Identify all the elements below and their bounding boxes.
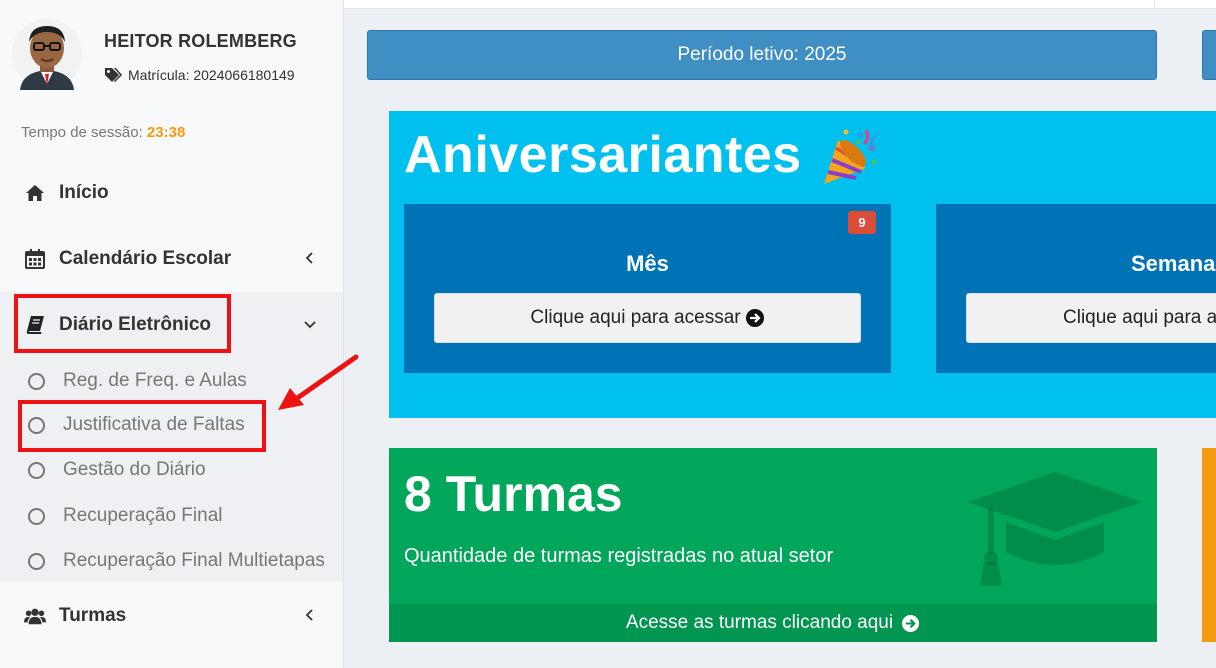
mes-count-badge: 9	[848, 211, 876, 234]
party-popper-icon	[824, 129, 877, 184]
aniversariantes-semana-card	[936, 204, 1216, 373]
turmas-count-title: 8 Turmas	[404, 466, 623, 522]
turmas-subtitle: Quantidade de turmas registradas no atua…	[404, 545, 834, 567]
users-icon	[24, 605, 46, 627]
nav-item-calendario[interactable]: Calendário Escolar	[0, 237, 343, 281]
submenu-label: Recuperação Final Multietapas	[63, 550, 325, 571]
submenu-label: Reg. de Freq. e Aulas	[63, 370, 247, 391]
navbar-divider	[1154, 0, 1155, 8]
home-icon	[24, 182, 46, 204]
user-registration: Matrícula: 2024066180149	[104, 67, 295, 83]
session-label: Tempo de sessão:	[21, 124, 143, 141]
registration-text: Matrícula: 2024066180149	[128, 67, 295, 83]
session-timer: Tempo de sessão: 23:38	[21, 124, 185, 141]
mes-card-title: Mês	[626, 251, 669, 276]
sidebar: HEITOR ROLEMBERG Matrícula: 202406618014…	[0, 0, 344, 668]
aniversariantes-mes-card	[404, 204, 891, 373]
circle-icon	[28, 462, 45, 479]
chevron-left-icon	[305, 609, 313, 621]
submenu-item-recuperacao-multietapas[interactable]: Recuperação Final Multietapas	[0, 542, 343, 580]
turmas-footer-label: Acesse as turmas clicando aqui	[625, 612, 894, 633]
top-navbar	[344, 0, 1216, 9]
annotation-arrow	[278, 354, 359, 410]
turmas-footer-link[interactable]: Acesse as turmas clicando aqui	[389, 604, 1157, 642]
submenu-item-recuperacao[interactable]: Recuperação Final	[0, 497, 343, 535]
circle-icon	[28, 553, 45, 570]
mes-access-button[interactable]: Clique aqui para acessar	[434, 293, 861, 343]
chevron-left-icon	[305, 252, 313, 264]
tags-icon	[105, 68, 122, 82]
semana-access-label: Clique aqui para acessar	[1063, 307, 1216, 328]
aniversariantes-title: Aniversariantes	[404, 126, 802, 184]
nav-label-inicio: Início	[59, 182, 109, 203]
highlight-box-diario	[14, 294, 231, 353]
submenu-label: Gestão do Diário	[63, 459, 206, 480]
circle-icon	[28, 373, 45, 390]
nav-item-inicio[interactable]: Início	[0, 171, 343, 215]
circle-icon	[28, 508, 45, 525]
chevron-down-icon	[304, 321, 316, 329]
orange-info-panel	[1202, 448, 1216, 642]
semana-access-button[interactable]: Clique aqui para acessar	[966, 293, 1216, 343]
submenu-item-gestao[interactable]: Gestão do Diário	[0, 451, 343, 489]
highlight-box-justificativa	[18, 400, 266, 452]
mes-access-label: Clique aqui para acessar	[530, 307, 741, 328]
session-time: 23:38	[146, 124, 186, 141]
periodo-letivo-button[interactable]: Período letivo: 2025	[367, 30, 1157, 80]
arrow-circle-right-icon	[902, 614, 920, 632]
nav-label-turmas: Turmas	[59, 605, 127, 626]
user-avatar	[12, 19, 82, 90]
secondary-top-button[interactable]	[1202, 30, 1216, 80]
semana-card-title: Semana	[1131, 251, 1216, 276]
calendar-icon	[24, 248, 46, 270]
graduation-cap-icon	[968, 472, 1142, 586]
nav-item-turmas[interactable]: Turmas	[0, 594, 343, 638]
arrow-circle-right-icon	[745, 309, 764, 327]
user-name: HEITOR ROLEMBERG	[104, 31, 297, 51]
nav-label-calendario: Calendário Escolar	[59, 248, 232, 269]
submenu-label: Recuperação Final	[63, 505, 223, 526]
